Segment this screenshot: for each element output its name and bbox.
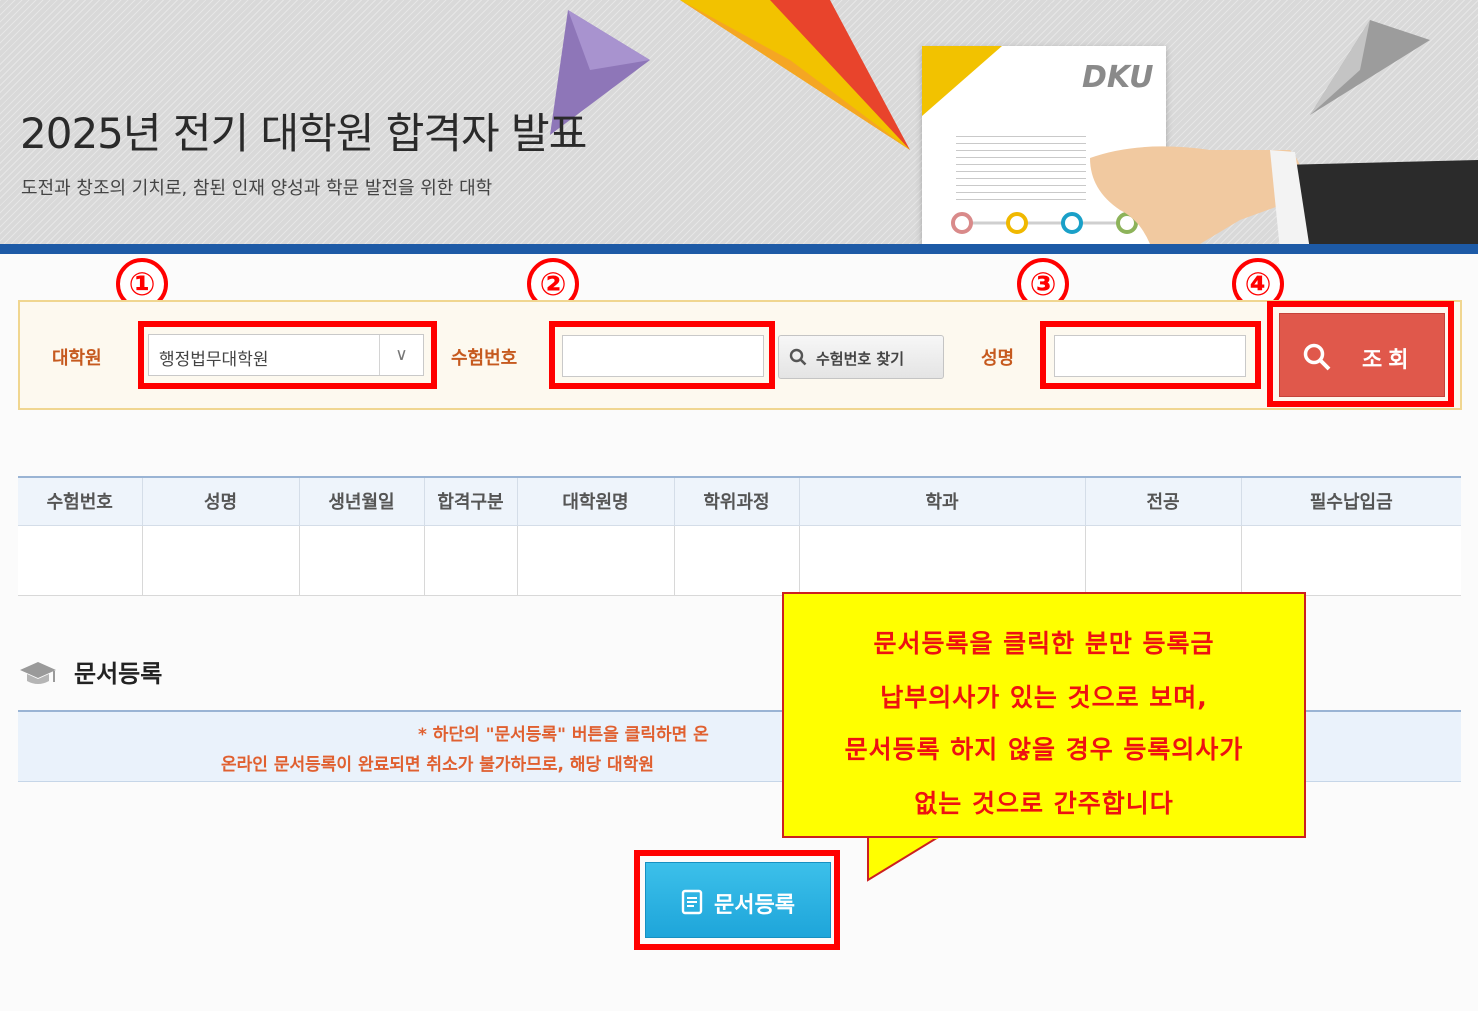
table-header-row: 수험번호 성명 생년월일 합격구분 대학원명 학위과정 학과 전공 필수납입금 [18, 476, 1461, 526]
result-table: 수험번호 성명 생년월일 합격구분 대학원명 학위과정 학과 전공 필수납입금 [18, 476, 1461, 596]
find-exam-number-label: 수험번호 찾기 [816, 350, 905, 368]
banner-divider [0, 244, 1478, 254]
table-cell [299, 525, 425, 596]
column-header: 생년월일 [299, 476, 425, 526]
column-header: 필수납입금 [1241, 476, 1461, 526]
graduate-school-selected-value: 행정법무대학원 [159, 350, 269, 370]
table-cell [1241, 525, 1461, 596]
chevron-down-icon[interactable]: ∨ [379, 335, 423, 375]
callout-line-4: 없는 것으로 간주합니다 [914, 789, 1174, 818]
decorative-gray-triangle [1310, 20, 1430, 115]
search-icon [1303, 343, 1331, 371]
graduate-school-select[interactable]: 행정법무대학원 ∨ [148, 334, 424, 376]
table-cell [674, 525, 800, 596]
column-header: 수험번호 [18, 476, 143, 526]
column-header: 전공 [1085, 476, 1242, 526]
callout-line-1: 문서등록을 클릭한 분만 등록금 [873, 629, 1215, 658]
exam-number-label: 수험번호 [451, 348, 518, 369]
callout-tail [867, 836, 942, 882]
column-header: 학위과정 [674, 476, 800, 526]
search-icon [789, 348, 807, 366]
card-text-lines [956, 130, 1086, 200]
query-button-label: 조회 [1362, 348, 1415, 373]
document-icon [681, 889, 703, 915]
notice-line-1: * 하단의 "문서등록" 버튼을 클릭하면 온 [418, 725, 709, 745]
column-header: 성명 [142, 476, 300, 526]
callout-box: 문서등록을 클릭한 분만 등록금 납부의사가 있는 것으로 보며, 문서등록 하… [782, 592, 1306, 838]
table-cell [1085, 525, 1242, 596]
document-register-label: 문서등록 [714, 893, 795, 918]
table-cell [517, 525, 675, 596]
dku-logo: DKU [1082, 60, 1154, 95]
exam-number-input[interactable] [562, 335, 764, 377]
page-subtitle: 도전과 창조의 기치로, 참된 인재 양성과 학문 발전을 위한 대학 [21, 178, 493, 199]
callout-line-3: 문서등록 하지 않을 경우 등록의사가 [844, 735, 1244, 764]
decorative-hand [1090, 146, 1478, 244]
page-title: 2025년 전기 대학원 합격자 발표 [20, 109, 587, 158]
table-cell [799, 525, 1086, 596]
name-input[interactable] [1054, 335, 1246, 377]
name-label: 성명 [981, 348, 1015, 369]
card-yellow-corner [922, 46, 1002, 116]
decorative-yellow-shape [680, 0, 910, 150]
column-header: 합격구분 [424, 476, 518, 526]
query-button[interactable]: 조회 [1279, 313, 1445, 397]
table-cell [18, 525, 143, 596]
table-cell [142, 525, 300, 596]
column-header: 대학원명 [517, 476, 675, 526]
document-register-button[interactable]: 문서등록 [645, 862, 831, 938]
table-cell [424, 525, 518, 596]
graduate-school-label: 대학원 [52, 348, 102, 369]
find-exam-number-button[interactable]: 수험번호 찾기 [778, 335, 944, 379]
document-section-title: 문서등록 [74, 660, 163, 688]
column-header: 학과 [799, 476, 1086, 526]
notice-line-2: 온라인 문서등록이 완료되면 취소가 불가하므로, 해당 대학원 [221, 755, 654, 775]
graduation-cap-icon [20, 662, 56, 684]
header-banner: DKU 2025년 전기 대학원 합격자 발표 도전과 창조의 기치로, 참된 … [0, 0, 1478, 244]
callout-line-2: 납부의사가 있는 것으로 보며, [880, 683, 1208, 712]
table-row-empty [18, 525, 1461, 596]
